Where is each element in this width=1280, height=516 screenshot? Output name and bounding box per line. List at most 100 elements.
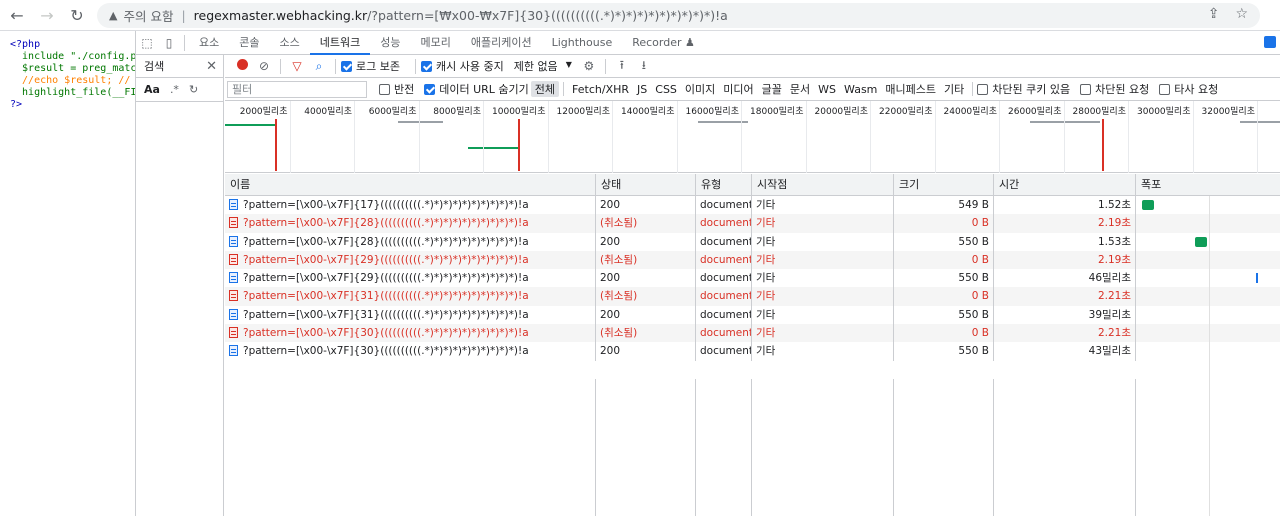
cell-status: 200 [596, 269, 696, 288]
type-filter-button[interactable]: 기타 [940, 81, 968, 97]
devtools-tab[interactable]: 요소 [189, 31, 229, 55]
cell-size: 0 B [894, 324, 994, 343]
overview-gridline [547, 101, 549, 173]
cell-size: 0 B [894, 214, 994, 233]
load-event-marker [1102, 119, 1104, 171]
column-header[interactable]: 유형 [696, 174, 752, 196]
table-row[interactable]: ?pattern=[\x00-\x7F]{31}((((((((((.*)*)*… [225, 305, 1280, 325]
network-conditions-icon[interactable]: ⚙ [578, 59, 600, 73]
table-row[interactable]: ?pattern=[\x00-\x7F]{28}((((((((((.*)*)*… [225, 232, 1280, 251]
reload-button[interactable]: ↻ [64, 2, 90, 28]
type-filter-button[interactable]: Wasm [840, 83, 881, 96]
match-case-toggle[interactable]: Aa [144, 83, 160, 96]
table-row[interactable]: ?pattern=[\x00-\x7F]{17}((((((((((.*)*)*… [225, 196, 1280, 215]
table-row[interactable]: ?pattern=[\x00-\x7F]{30}((((((((((.*)*)*… [225, 324, 1280, 343]
document-icon [229, 345, 238, 357]
type-filter-button[interactable]: WS [814, 83, 840, 96]
column-header[interactable]: 시간 [994, 174, 1136, 196]
table-row[interactable]: ?pattern=[\x00-\x7F]{31}((((((((((.*)*)*… [225, 287, 1280, 306]
overview-tick-label: 32000밀리초 [1201, 107, 1255, 117]
overview-tick-label: 30000밀리초 [1137, 107, 1191, 117]
network-overview-timeline[interactable]: 2000밀리초 4000밀리초 6000밀리초 8000밀리초 10000밀리초 1200… [225, 101, 1280, 173]
devtools-tab[interactable]: 성능 [370, 31, 410, 55]
filter-icon[interactable]: ▽ [286, 59, 308, 73]
page-source-view: <?php include "./config.php"; $result = … [0, 31, 135, 516]
import-har-icon[interactable]: ⭱ [611, 56, 633, 77]
bookmark-star-icon[interactable]: ☆ [1235, 6, 1248, 22]
table-row[interactable]: ?pattern=[\x00-\x7F]{28}((((((((((.*)*)*… [225, 214, 1280, 233]
devtools-tab[interactable]: Lighthouse [542, 31, 623, 55]
devtools-tab[interactable]: 네트워크 [309, 31, 371, 55]
document-icon [229, 327, 238, 339]
invert-checkbox[interactable] [379, 83, 390, 95]
refresh-icon[interactable]: ↻ [189, 83, 198, 96]
cell-type: document [696, 250, 752, 270]
search-icon[interactable]: ⌕ [308, 59, 330, 74]
type-filter-button[interactable]: CSS [651, 83, 681, 96]
devtools-tab[interactable]: 메모리 [410, 31, 460, 55]
blocked-requests-checkbox[interactable] [1080, 83, 1092, 95]
chevron-down-icon: ▼ [565, 60, 572, 69]
cell-status: 200 [596, 232, 696, 251]
filter-input[interactable]: 필터 [227, 80, 367, 98]
share-icon[interactable]: ⇪ [1208, 6, 1220, 22]
overview-tick-label: 24000밀리초 [943, 107, 997, 117]
back-button[interactable]: ← [4, 2, 30, 28]
type-filter-button[interactable]: 이미지 [681, 81, 719, 97]
column-header[interactable]: 이름 [225, 174, 596, 196]
code-line: include "./config.php"; [22, 51, 135, 62]
throttling-select[interactable]: 제한 없음 ▼ [514, 58, 572, 74]
request-name: ?pattern=[\x00-\x7F]{30}((((((((((.*)*)*… [243, 327, 529, 340]
devtools-tab[interactable]: 애플리케이션 [461, 31, 542, 55]
devtools-tab[interactable]: Recorder ♟ [622, 31, 705, 55]
cell-type: document [696, 287, 752, 306]
column-filler [894, 379, 994, 516]
close-icon[interactable]: ✕ [206, 59, 217, 74]
filter-divider [563, 82, 565, 96]
table-row[interactable]: ?pattern=[\x00-\x7F]{29}((((((((((.*)*)*… [225, 269, 1280, 288]
export-har-icon[interactable]: ⭳ [633, 56, 655, 77]
cell-type: document [696, 305, 752, 325]
type-filter-button[interactable]: 매니페스트 [881, 81, 940, 97]
address-bar[interactable]: ▲ 주의 요함 | regexmaster.webhacking.kr /?pa… [97, 3, 1260, 28]
type-filter-button[interactable]: Fetch/XHR [568, 83, 633, 96]
blocked-requests-label: 차단된 요청 [1095, 83, 1150, 96]
cell-size: 0 B [894, 287, 994, 306]
table-row[interactable]: ?pattern=[\x00-\x7F]{30}((((((((((.*)*)*… [225, 342, 1280, 361]
type-filter-button[interactable]: 미디어 [719, 81, 757, 97]
table-header: 이름 상태 유형 시작점 크기 시간 폭포 [225, 174, 1280, 196]
column-header[interactable]: 크기 [894, 174, 994, 196]
regex-toggle[interactable]: .* [170, 83, 179, 96]
forward-button[interactable]: → [34, 2, 60, 28]
devtools-tab[interactable]: 콘솔 [229, 31, 269, 55]
cell-size: 550 B [894, 232, 994, 251]
column-header[interactable]: 시작점 [752, 174, 894, 196]
disable-cache-checkbox[interactable] [420, 60, 432, 72]
device-toolbar-icon[interactable]: ▯ [158, 36, 180, 50]
clear-icon[interactable]: ⊘ [253, 59, 275, 73]
inspect-element-icon[interactable]: ⬚ [136, 36, 158, 50]
load-event-marker [518, 119, 520, 171]
type-filter-button[interactable]: 전체 [530, 81, 560, 97]
messages-icon[interactable] [1264, 36, 1276, 48]
table-row[interactable]: ?pattern=[\x00-\x7F]{29}((((((((((.*)*)*… [225, 250, 1280, 270]
record-button[interactable] [231, 59, 253, 73]
column-filler [994, 379, 1136, 516]
type-filter-button[interactable]: 글꼴 [758, 81, 786, 97]
preserve-log-checkbox[interactable] [341, 60, 352, 72]
overview-gridline [1192, 101, 1194, 173]
blocked-cookies-checkbox[interactable] [977, 83, 989, 95]
column-header[interactable]: 폭포 [1136, 174, 1280, 196]
overview-bar [1240, 121, 1280, 123]
document-icon [229, 272, 238, 284]
cell-time: 2.19초 [994, 214, 1136, 233]
warning-icon[interactable]: ▲ [109, 9, 117, 22]
third-party-checkbox[interactable] [1159, 83, 1171, 95]
type-filter-button[interactable]: JS [633, 83, 651, 96]
hide-data-urls-checkbox[interactable] [424, 83, 436, 95]
security-warning-label[interactable]: 주의 요함 [123, 6, 173, 25]
toolbar-divider [335, 58, 336, 74]
type-filter-button[interactable]: 문서 [786, 81, 814, 97]
column-header[interactable]: 상태 [596, 174, 696, 196]
devtools-tab[interactable]: 소스 [270, 31, 310, 55]
